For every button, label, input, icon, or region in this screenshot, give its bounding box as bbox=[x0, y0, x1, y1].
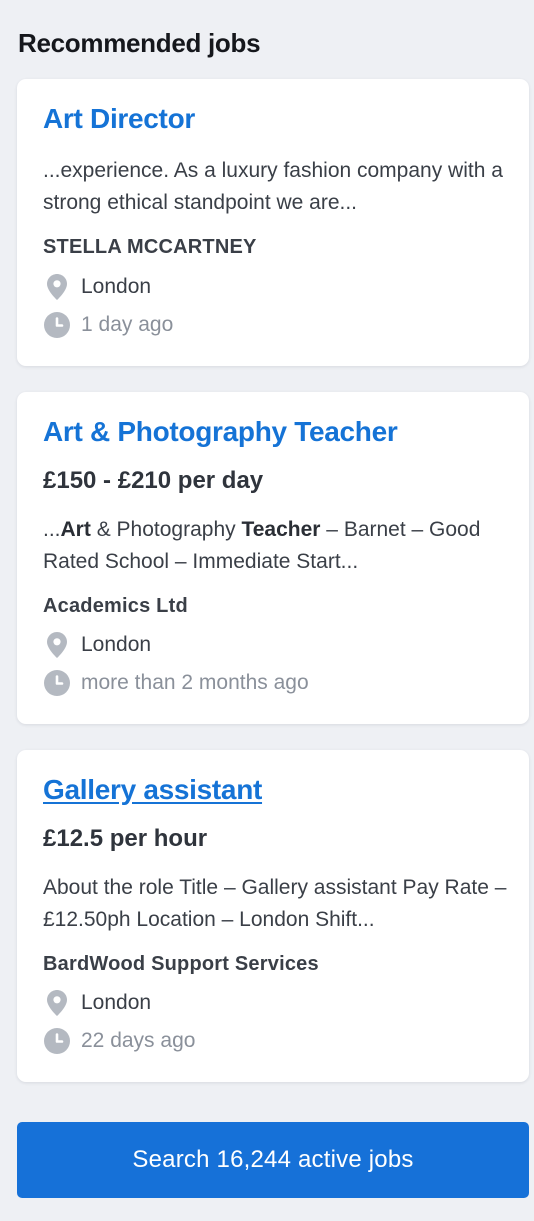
job-card[interactable]: Art Director ...experience. As a luxury … bbox=[17, 79, 529, 366]
posted-text: 22 days ago bbox=[81, 1029, 196, 1052]
map-pin-icon bbox=[43, 989, 71, 1017]
clock-icon bbox=[43, 311, 71, 339]
job-location: London bbox=[43, 989, 151, 1017]
location-text: London bbox=[81, 633, 152, 656]
job-location: London bbox=[43, 273, 151, 301]
map-pin-icon bbox=[43, 631, 71, 659]
job-snippet: ...Art & Photography Teacher – Barnet – … bbox=[43, 518, 481, 573]
job-salary: £12.5 per hour bbox=[43, 825, 208, 852]
job-salary: £150 - £210 per day bbox=[43, 467, 264, 494]
recommended-jobs-heading: Recommended jobs bbox=[18, 28, 261, 58]
job-posted-time: more than 2 months ago bbox=[43, 669, 309, 697]
company-name: STELLA MCCARTNEY bbox=[43, 236, 257, 258]
clock-icon bbox=[43, 1027, 71, 1055]
location-text: London bbox=[81, 991, 152, 1014]
job-snippet: About the role Title – Gallery assistant… bbox=[43, 876, 507, 931]
map-pin-icon bbox=[43, 273, 71, 301]
company-name: BardWood Support Services bbox=[43, 953, 319, 975]
posted-text: more than 2 months ago bbox=[81, 671, 309, 694]
search-active-jobs-button[interactable]: Search 16,244 active jobs bbox=[17, 1122, 529, 1198]
posted-text: 1 day ago bbox=[81, 313, 174, 336]
job-snippet: ...experience. As a luxury fashion compa… bbox=[43, 159, 503, 214]
job-title-link[interactable]: Art Director bbox=[43, 103, 195, 135]
job-posted-time: 22 days ago bbox=[43, 1027, 195, 1055]
clock-icon bbox=[43, 669, 71, 697]
job-title-link[interactable]: Art & Photography Teacher bbox=[43, 416, 398, 448]
job-title-link[interactable]: Gallery assistant bbox=[43, 774, 262, 806]
job-card[interactable]: Art & Photography Teacher £150 - £210 pe… bbox=[17, 392, 529, 724]
location-text: London bbox=[81, 275, 152, 298]
job-card[interactable]: Gallery assistant £12.5 per hour About t… bbox=[17, 750, 529, 1082]
job-location: London bbox=[43, 631, 151, 659]
company-name: Academics Ltd bbox=[43, 595, 188, 617]
job-posted-time: 1 day ago bbox=[43, 311, 173, 339]
